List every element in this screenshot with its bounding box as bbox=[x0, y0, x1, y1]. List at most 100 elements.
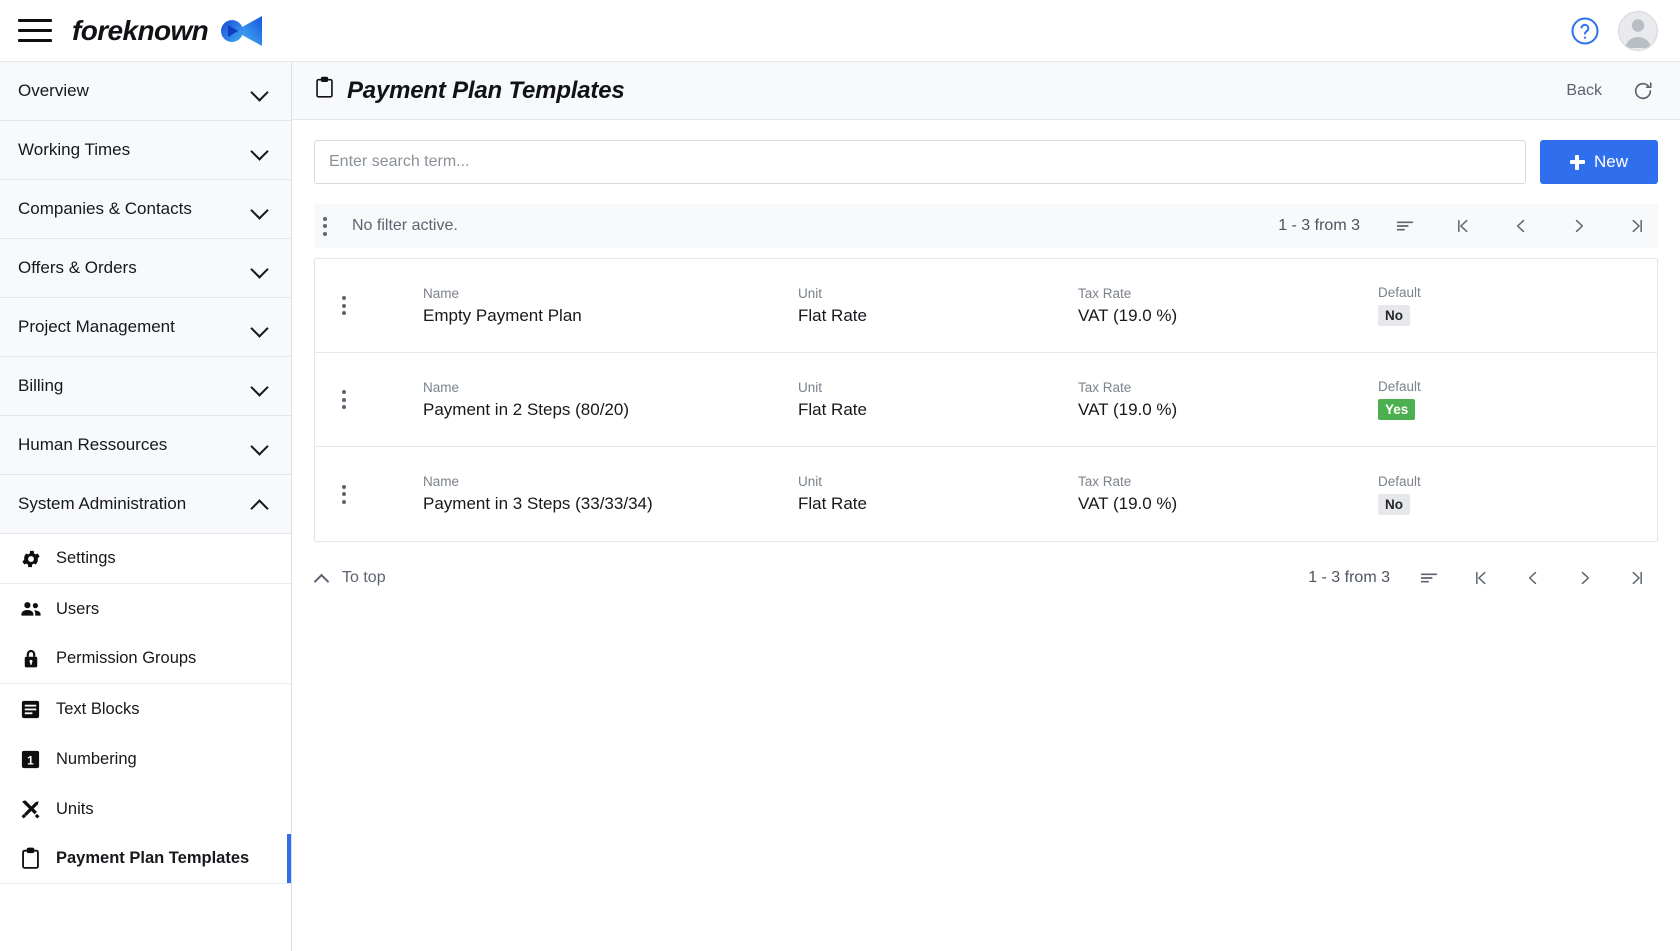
svg-text:1: 1 bbox=[27, 753, 34, 767]
cell-label: Default bbox=[1378, 379, 1421, 394]
last-page-icon[interactable] bbox=[1616, 562, 1658, 594]
new-button-label: New bbox=[1593, 152, 1628, 171]
sort-icon[interactable] bbox=[1408, 562, 1450, 594]
sidebar-item-label: Numbering bbox=[56, 749, 137, 768]
cell-label: Unit bbox=[798, 379, 823, 395]
cell-value: Flat Rate bbox=[798, 494, 867, 513]
table-row[interactable]: Name Payment in 3 Steps (33/33/34) Unit … bbox=[315, 447, 1657, 541]
chevron-down-icon bbox=[251, 322, 269, 333]
record-count-bottom: 1 - 3 from 3 bbox=[1308, 569, 1390, 586]
brand-name: foreknown bbox=[72, 14, 209, 46]
page-title: Payment Plan Templates bbox=[314, 76, 625, 106]
next-page-icon[interactable] bbox=[1564, 562, 1606, 594]
sort-icon[interactable] bbox=[1384, 210, 1426, 242]
sidebar-group-billing[interactable]: Billing bbox=[0, 357, 291, 416]
sidebar-group-label: Overview bbox=[18, 81, 89, 100]
sidebar-group-label: Companies & Contacts bbox=[18, 199, 192, 218]
page-header: Payment Plan Templates Back bbox=[292, 62, 1680, 120]
sidebar-item-permission-groups[interactable]: Permission Groups bbox=[0, 634, 291, 684]
kebab-menu-icon[interactable] bbox=[333, 481, 355, 507]
refresh-icon[interactable] bbox=[1632, 80, 1654, 102]
gear-icon bbox=[18, 546, 43, 571]
cell-unit: Unit Flat Rate bbox=[798, 380, 1078, 420]
cell-label: Unit bbox=[798, 285, 823, 301]
sidebar-item-units[interactable]: Units bbox=[0, 784, 291, 834]
sidebar-group-human-ressources[interactable]: Human Ressources bbox=[0, 416, 291, 475]
sidebar-item-label: Units bbox=[56, 799, 94, 818]
sidebar-item-label: Payment Plan Templates bbox=[56, 849, 250, 867]
cell-tax-rate: Tax Rate VAT (19.0 %) bbox=[1078, 286, 1378, 326]
back-button[interactable]: Back bbox=[1566, 82, 1602, 100]
table-row[interactable]: Name Empty Payment Plan Unit Flat Rate T… bbox=[315, 259, 1657, 353]
first-page-icon[interactable] bbox=[1442, 210, 1484, 242]
first-page-icon[interactable] bbox=[1460, 562, 1502, 594]
kebab-dot bbox=[342, 397, 346, 402]
sidebar-item-text-blocks[interactable]: Text Blocks bbox=[0, 684, 291, 734]
sidebar-group-system-administration[interactable]: System Administration bbox=[0, 475, 291, 534]
cell-tax-rate: Tax Rate VAT (19.0 %) bbox=[1078, 474, 1378, 514]
chevron-down-icon bbox=[251, 204, 269, 215]
cell-tax-rate: Tax Rate VAT (19.0 %) bbox=[1078, 380, 1378, 420]
sidebar-group-label: Billing bbox=[18, 376, 64, 395]
to-top-label: To top bbox=[342, 569, 386, 586]
previous-page-icon[interactable] bbox=[1512, 562, 1554, 594]
cell-unit: Unit Flat Rate bbox=[798, 474, 1078, 514]
kebab-dot bbox=[342, 311, 346, 315]
kebab-dot bbox=[342, 390, 346, 394]
app-window: foreknown Overview Working Times Compani… bbox=[0, 0, 1680, 951]
foreknown-logo-icon bbox=[218, 14, 264, 48]
body-split: Overview Working Times Companies & Conta… bbox=[0, 62, 1680, 951]
kebab-menu-icon[interactable] bbox=[314, 213, 336, 239]
kebab-menu-icon[interactable] bbox=[333, 387, 355, 413]
kebab-dot bbox=[342, 484, 346, 489]
table-row[interactable]: Name Payment in 2 Steps (80/20) Unit Fla… bbox=[315, 353, 1657, 447]
kebab-dot bbox=[323, 216, 327, 221]
kebab-dot bbox=[323, 224, 327, 228]
previous-page-icon[interactable] bbox=[1500, 210, 1542, 242]
help-circle-icon[interactable] bbox=[1570, 16, 1600, 46]
user-avatar-icon[interactable] bbox=[1618, 10, 1658, 51]
sidebar-item-label: Permission Groups bbox=[56, 649, 197, 667]
cell-label: Name bbox=[423, 474, 460, 489]
row-menu-icon[interactable] bbox=[327, 387, 361, 413]
last-page-icon[interactable] bbox=[1616, 210, 1658, 242]
next-page-icon[interactable] bbox=[1558, 210, 1600, 242]
new-button[interactable]: New bbox=[1540, 140, 1658, 184]
hamburger-menu-icon[interactable] bbox=[18, 16, 52, 46]
sidebar-item-settings[interactable]: Settings bbox=[0, 534, 291, 584]
cell-value: VAT (19.0 %) bbox=[1078, 399, 1178, 419]
sidebar-group-offers-orders[interactable]: Offers & Orders bbox=[0, 239, 291, 298]
cell-value: Payment in 3 Steps (33/33/34) bbox=[423, 494, 653, 513]
plus-icon bbox=[1569, 154, 1585, 170]
clipboard-icon bbox=[314, 76, 335, 106]
row-menu-icon[interactable] bbox=[327, 481, 361, 507]
kebab-menu-icon[interactable] bbox=[333, 293, 355, 319]
row-menu-icon[interactable] bbox=[327, 293, 361, 319]
lock-icon bbox=[18, 646, 43, 671]
chevron-down-icon bbox=[251, 263, 269, 274]
cell-label: Tax Rate bbox=[1078, 379, 1132, 395]
cell-default: Default No bbox=[1378, 474, 1518, 515]
search-input[interactable] bbox=[314, 140, 1526, 184]
sidebar-group-project-management[interactable]: Project Management bbox=[0, 298, 291, 357]
sidebar-group-companies-contacts[interactable]: Companies & Contacts bbox=[0, 180, 291, 239]
caret-up-icon bbox=[314, 574, 328, 583]
to-top-button[interactable]: To top bbox=[314, 569, 386, 587]
brand[interactable]: foreknown bbox=[72, 14, 264, 48]
text-block-icon bbox=[18, 697, 43, 722]
cell-value: Flat Rate bbox=[798, 399, 867, 419]
filter-status-text: No filter active. bbox=[352, 217, 458, 234]
status-badge: Yes bbox=[1378, 399, 1416, 420]
sidebar-item-payment-plan-templates[interactable]: Payment Plan Templates bbox=[0, 834, 291, 884]
hamburger-line bbox=[18, 19, 52, 22]
chevron-down-icon bbox=[251, 86, 269, 97]
sidebar-item-users[interactable]: Users bbox=[0, 584, 291, 634]
avatar-graphic bbox=[1619, 12, 1657, 50]
cell-label: Name bbox=[423, 379, 460, 395]
sidebar-group-working-times[interactable]: Working Times bbox=[0, 121, 291, 180]
sidebar-group-overview[interactable]: Overview bbox=[0, 62, 291, 121]
sidebar-item-numbering[interactable]: 1 Numbering bbox=[0, 734, 291, 784]
top-bar: foreknown bbox=[0, 0, 1680, 62]
record-count-top: 1 - 3 from 3 bbox=[1278, 217, 1360, 234]
cell-value: Empty Payment Plan bbox=[423, 305, 582, 325]
